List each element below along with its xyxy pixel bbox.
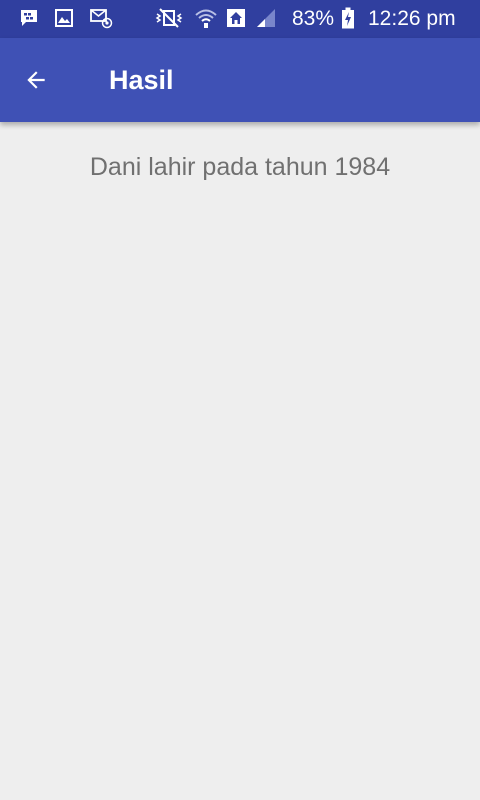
arrow-back-icon	[23, 67, 49, 93]
result-text: Dani lahir pada tahun 1984	[89, 153, 391, 181]
email-notification-icon	[88, 7, 114, 29]
clock: 12:26 pm	[368, 7, 456, 30]
status-bar: 83% 12:26 pm	[0, 0, 480, 38]
main-content: Dani lahir pada tahun 1984	[0, 122, 480, 800]
page-title: Hasil	[109, 65, 174, 95]
wifi-icon	[193, 7, 219, 29]
home-network-icon	[225, 7, 247, 29]
vibrate-mute-icon	[154, 7, 184, 29]
gallery-icon	[53, 7, 75, 29]
bbm-chat-icon	[18, 7, 40, 29]
signal-icon	[254, 7, 278, 29]
battery-percent: 83%	[292, 7, 335, 30]
app-bar: Hasil	[0, 38, 480, 122]
back-button[interactable]	[12, 56, 60, 104]
battery-charging-icon	[340, 7, 356, 29]
